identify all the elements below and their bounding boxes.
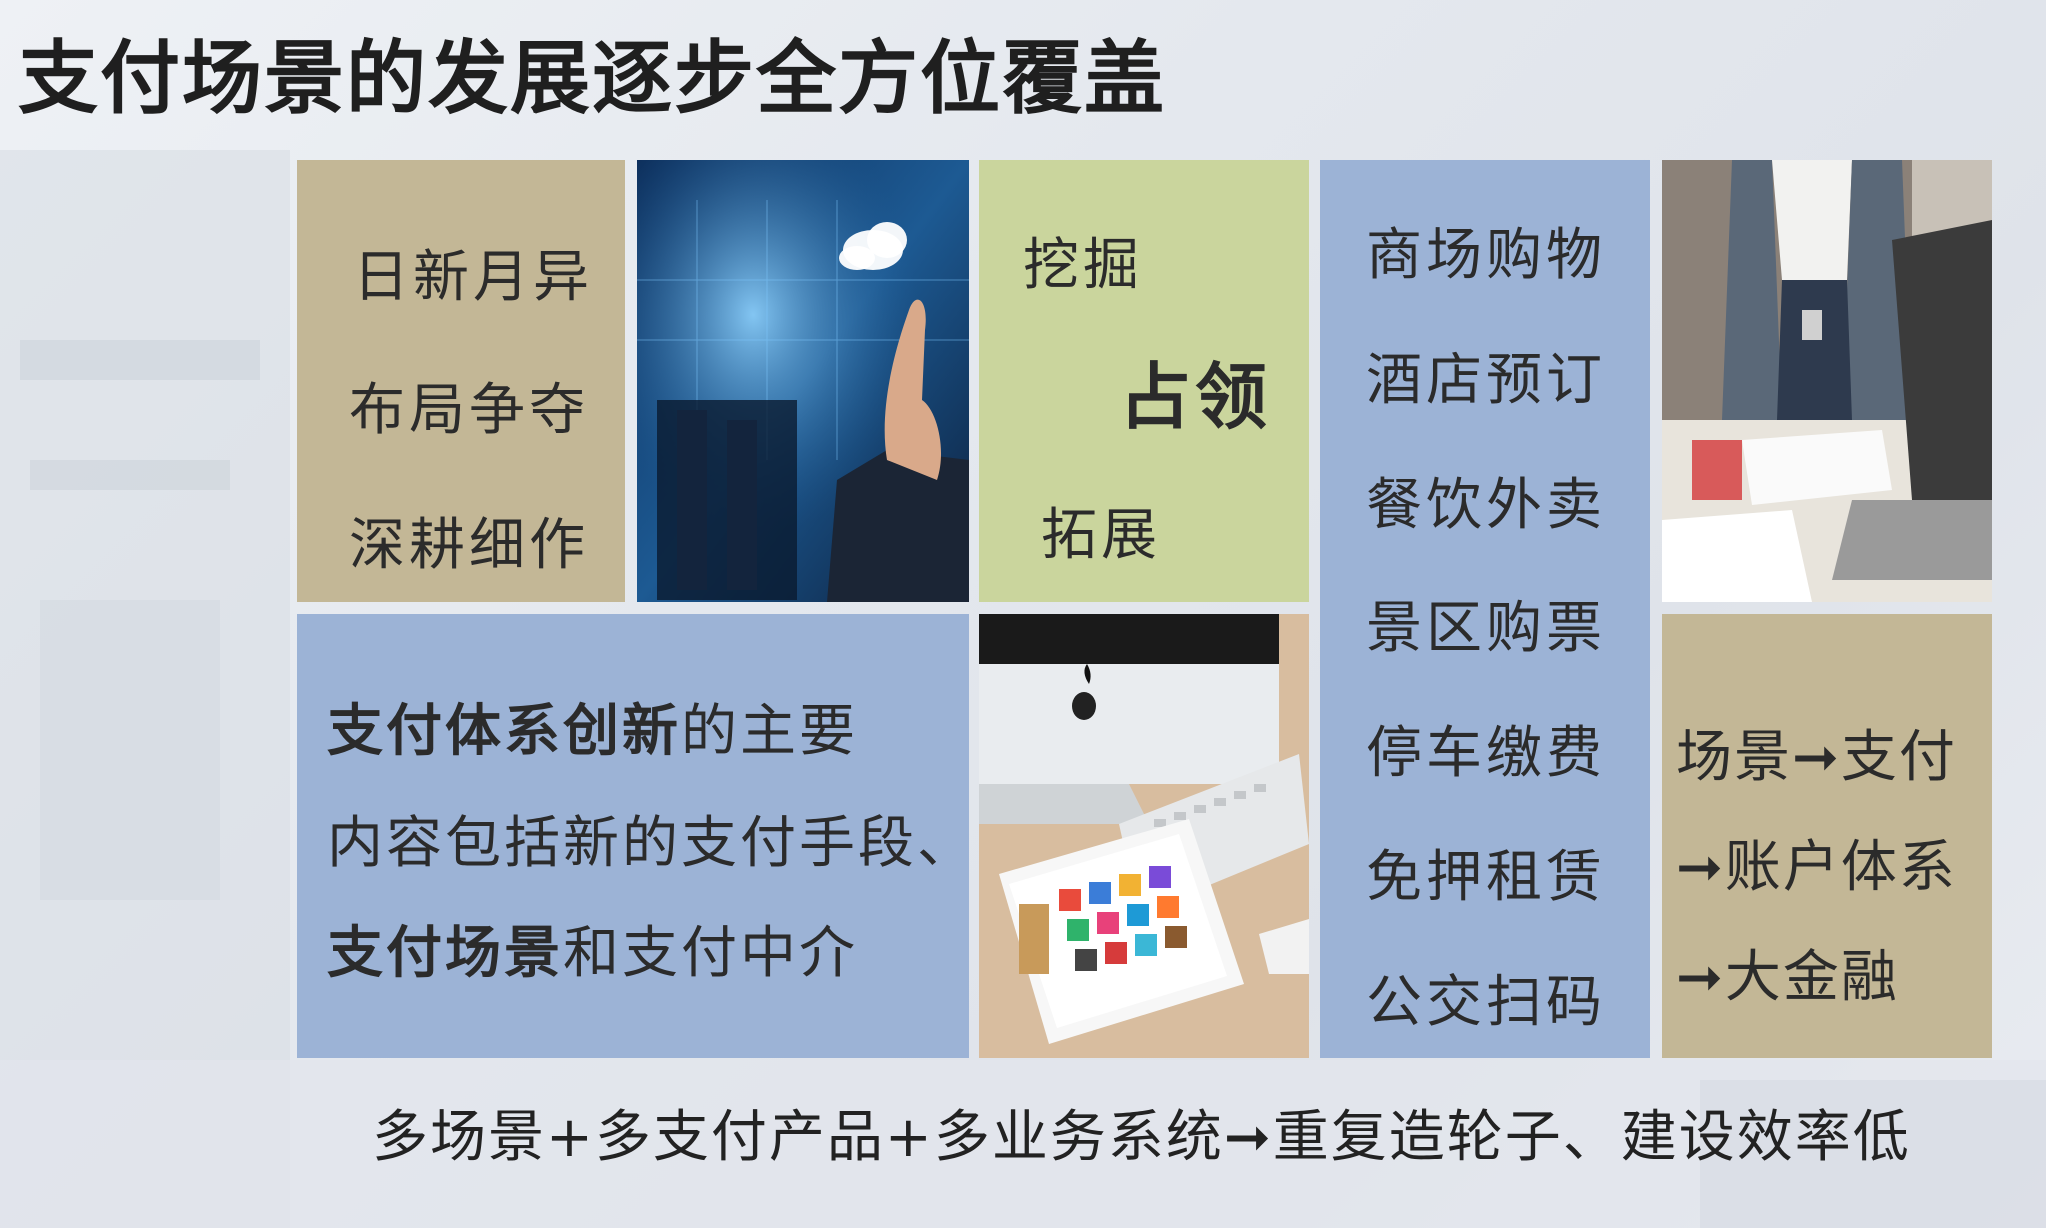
page-title: 支付场景的发展逐步全方位覆盖 <box>18 32 1166 125</box>
tech-hand-photo <box>637 160 969 602</box>
innovation-keyword: 支付体系创新 <box>327 699 681 764</box>
evolution-line: ➞大金融 <box>1676 945 1899 1010</box>
verbs-tile: 挖掘 占领 拓展 <box>979 160 1309 602</box>
verb-dig: 挖掘 <box>1023 233 1143 298</box>
businessman-standing-by-laptop <box>1662 160 1992 602</box>
scenario-item: 公交扫码 <box>1366 970 1606 1035</box>
innovation-tile: 支付体系创新的主要 内容包括新的支付手段、 支付场景和支付中介 <box>297 614 969 1058</box>
verb-occupy: 占领 <box>1119 355 1272 439</box>
evolution-tile: 场景➞支付 ➞账户体系 ➞大金融 <box>1662 614 1992 1058</box>
businessman-touching-cloud-icon <box>637 160 969 602</box>
innovation-line-1: 支付体系创新的主要 <box>327 699 858 764</box>
innovation-line-2: 内容包括新的支付手段、 <box>327 811 969 876</box>
imac-keyboard-and-tablet-apps <box>979 614 1309 1058</box>
scenario-item: 免押租赁 <box>1366 845 1606 910</box>
evolution-line: 场景➞支付 <box>1676 725 1957 790</box>
innovation-keyword: 支付场景 <box>327 921 563 986</box>
scenario-item: 餐饮外卖 <box>1366 473 1606 538</box>
strategy-line: 日新月异 <box>353 245 593 310</box>
summary-footer: 多场景+多支付产品+多业务系统➞重复造轮子、建设效率低 <box>372 1105 1911 1170</box>
verb-expand: 拓展 <box>1041 503 1161 568</box>
strategy-line: 深耕细作 <box>349 513 589 578</box>
innovation-line-3: 支付场景和支付中介 <box>327 921 858 986</box>
scenario-item: 商场购物 <box>1366 223 1606 288</box>
scenario-item: 停车缴费 <box>1366 721 1606 786</box>
scenario-item: 酒店预订 <box>1366 348 1606 413</box>
strategy-tile: 日新月异 布局争夺 深耕细作 <box>297 160 625 602</box>
evolution-line: ➞账户体系 <box>1676 835 1957 900</box>
laptop-desk-photo <box>1662 160 1992 602</box>
strategy-line: 布局争夺 <box>349 378 589 443</box>
scenarios-tile: 商场购物 酒店预订 餐饮外卖 景区购票 停车缴费 免押租赁 公交扫码 <box>1320 160 1650 1058</box>
scenario-item: 景区购票 <box>1366 596 1606 661</box>
tablet-desk-photo <box>979 614 1309 1058</box>
